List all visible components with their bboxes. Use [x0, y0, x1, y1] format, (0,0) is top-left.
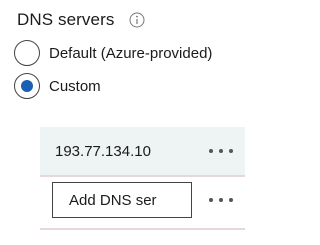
- radio-label-custom: Custom: [49, 77, 101, 95]
- dns-server-address: 193.77.134.10: [55, 142, 151, 160]
- radio-label-default: Default (Azure-provided): [49, 44, 213, 62]
- radio-button-custom[interactable]: [14, 73, 40, 99]
- radio-option-custom[interactable]: Custom: [14, 71, 101, 101]
- row-divider: [40, 228, 245, 230]
- add-dns-server-input[interactable]: [52, 182, 192, 218]
- section-title: DNS servers: [17, 10, 115, 29]
- more-options-icon[interactable]: [209, 149, 233, 153]
- add-dns-server-row: [40, 176, 245, 224]
- info-icon[interactable]: [129, 12, 145, 28]
- dns-servers-header: DNS servers: [17, 8, 145, 32]
- dns-server-row: 193.77.134.10: [40, 127, 245, 177]
- more-options-icon[interactable]: [209, 198, 233, 202]
- radio-button-default[interactable]: [14, 40, 40, 66]
- radio-option-default[interactable]: Default (Azure-provided): [14, 38, 212, 68]
